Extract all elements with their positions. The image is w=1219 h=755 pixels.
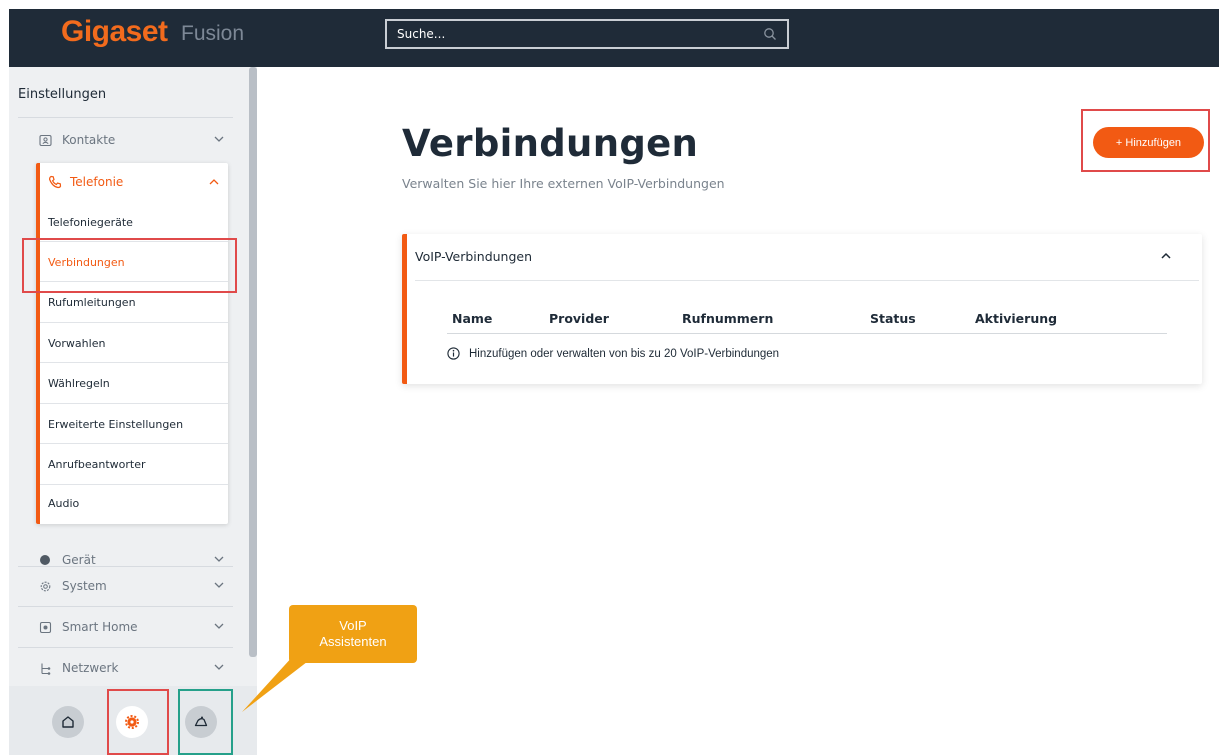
chevron-down-icon bbox=[214, 664, 224, 670]
callout-line-2: Assistenten bbox=[319, 634, 387, 649]
subitem-label: Anrufbeantworter bbox=[48, 457, 146, 471]
sidebar-item-netzwerk[interactable]: Netzwerk bbox=[18, 648, 233, 688]
column-header-name: Name bbox=[452, 311, 493, 326]
highlight-settings bbox=[107, 689, 169, 755]
sidebar-item-telefonie[interactable]: Telefonie bbox=[40, 163, 228, 201]
sidebar-item-label: Smart Home bbox=[62, 620, 138, 634]
chevron-up-icon[interactable] bbox=[1160, 250, 1172, 262]
chevron-down-icon bbox=[214, 623, 224, 629]
chevron-down-icon bbox=[214, 582, 224, 588]
subitem-anrufbeantworter[interactable]: Anrufbeantworter bbox=[48, 444, 228, 484]
divider bbox=[18, 117, 233, 118]
column-header-provider: Provider bbox=[549, 311, 609, 326]
highlight-verbindungen bbox=[22, 238, 237, 293]
subitem-label: Wählregeln bbox=[48, 376, 110, 390]
column-header-status: Status bbox=[870, 311, 916, 326]
sidebar-item-system[interactable]: System bbox=[18, 566, 233, 606]
highlight-assistant bbox=[178, 689, 233, 755]
system-gear-icon bbox=[38, 579, 52, 593]
column-header-aktivierung: Aktivierung bbox=[975, 311, 1058, 326]
divider bbox=[447, 333, 1167, 334]
divider bbox=[415, 280, 1199, 281]
subitem-label: Erweiterte Einstellungen bbox=[48, 417, 184, 431]
sidebar-item-label: Netzwerk bbox=[62, 661, 119, 675]
smart-home-icon bbox=[38, 620, 52, 634]
subitem-erweiterte-einstellungen[interactable]: Erweiterte Einstellungen bbox=[48, 404, 228, 444]
callout-pointer bbox=[242, 655, 316, 712]
home-icon bbox=[62, 716, 74, 728]
device-icon bbox=[38, 553, 52, 567]
subitem-audio[interactable]: Audio bbox=[48, 485, 228, 521]
subitem-label: Rufumleitungen bbox=[48, 295, 136, 309]
info-icon bbox=[447, 347, 460, 360]
voip-assistant-callout: VoIP Assistenten bbox=[289, 605, 417, 663]
network-icon bbox=[38, 661, 52, 675]
subitem-waehlregeln[interactable]: Wählregeln bbox=[48, 363, 228, 403]
card-title: VoIP-Verbindungen bbox=[415, 249, 533, 264]
phone-icon bbox=[48, 175, 62, 189]
info-text: Hinzufügen oder verwalten von bis zu 20 … bbox=[469, 347, 780, 360]
sidebar-scrollbar[interactable] bbox=[249, 67, 257, 657]
chevron-down-icon bbox=[214, 136, 224, 142]
sidebar-item-label: Gerät bbox=[62, 553, 96, 567]
search-box[interactable] bbox=[385, 19, 789, 49]
search-icon[interactable] bbox=[763, 27, 777, 41]
sidebar-item-label: System bbox=[62, 579, 107, 593]
voip-connections-card: VoIP-Verbindungen Name Provider Rufnumme… bbox=[402, 234, 1202, 384]
brand-logo[interactable]: Gigaset bbox=[61, 15, 168, 49]
subitem-label: Telefoniegeräte bbox=[48, 215, 133, 229]
subitem-label: Vorwahlen bbox=[48, 336, 106, 350]
subitem-vorwahlen[interactable]: Vorwahlen bbox=[48, 323, 228, 363]
column-header-rufnummern: Rufnummern bbox=[682, 311, 774, 326]
contacts-icon bbox=[38, 133, 52, 147]
subitem-label: Audio bbox=[48, 496, 80, 510]
info-row: Hinzufügen oder verwalten von bis zu 20 … bbox=[447, 347, 779, 360]
sidebar-item-label: Kontakte bbox=[62, 133, 116, 147]
sidebar-item-smart-home[interactable]: Smart Home bbox=[18, 607, 233, 647]
callout-line-1: VoIP bbox=[339, 618, 367, 633]
home-button[interactable] bbox=[52, 706, 84, 738]
subitem-telefoniegeraete[interactable]: Telefoniegeräte bbox=[48, 202, 228, 242]
sidebar-item-label: Telefonie bbox=[70, 175, 124, 189]
page-subtitle: Verwalten Sie hier Ihre externen VoIP-Ve… bbox=[402, 176, 725, 191]
sidebar-title: Einstellungen bbox=[18, 87, 107, 102]
page-title: Verbindungen bbox=[402, 122, 699, 165]
chevron-down-icon bbox=[214, 556, 224, 562]
sidebar-item-kontakte[interactable]: Kontakte bbox=[18, 120, 233, 160]
highlight-add-button bbox=[1081, 109, 1210, 172]
product-name: Fusion bbox=[181, 22, 245, 45]
chevron-up-icon bbox=[209, 179, 219, 185]
top-bar: Gigaset Fusion bbox=[9, 9, 1219, 67]
search-input[interactable] bbox=[397, 27, 737, 41]
